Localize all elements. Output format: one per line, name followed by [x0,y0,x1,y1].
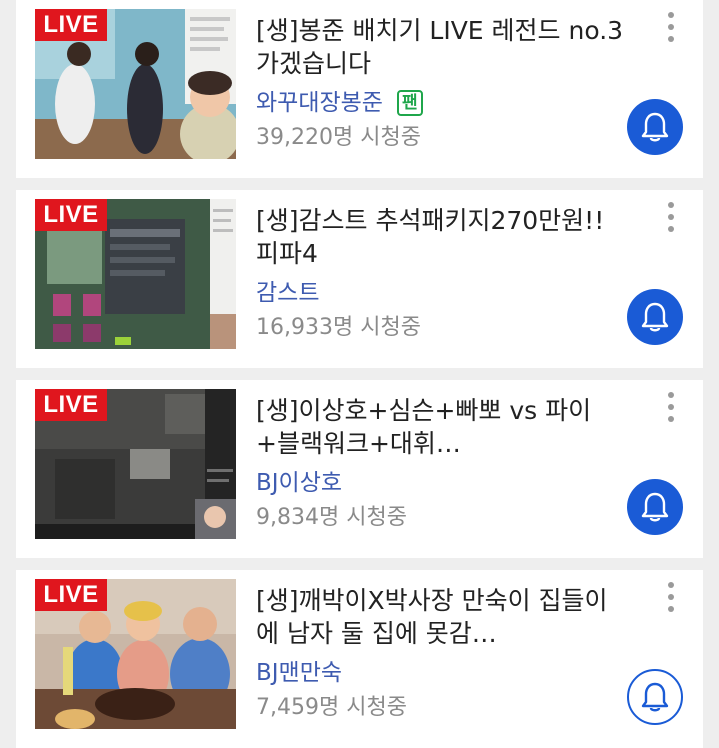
live-badge: LIVE [35,199,107,231]
stream-card[interactable]: LIVE [생]깨박이X박사장 만숙이 집들이에 남자 둘 집에 못감… BJ맨… [16,570,703,748]
notification-bell-button[interactable] [627,479,683,535]
viewer-count: 7,459명 시청중 [256,695,407,720]
live-badge: LIVE [35,389,107,421]
more-options-icon[interactable] [662,12,680,52]
stream-title[interactable]: [생]이상호+심슨+빠뽀 vs 파이+블랙워크+대휘… [256,394,626,460]
more-options-icon[interactable] [662,392,680,432]
stream-thumbnail[interactable]: LIVE [35,579,236,729]
viewer-count: 39,220명 시청중 [256,125,421,150]
live-badge: LIVE [35,9,107,41]
bell-icon [641,112,669,142]
bell-icon [641,682,669,712]
channel-name[interactable]: BJ이상호 [256,468,342,498]
stream-card[interactable]: LIVE [생]이상호+심슨+빠뽀 vs 파이+블랙워크+대휘… BJ이상호 9… [16,380,703,558]
notification-bell-button[interactable] [627,99,683,155]
channel-name[interactable]: 감스트 [256,278,319,308]
notification-bell-button[interactable] [627,289,683,345]
stream-title[interactable]: [생]감스트 추석패키지270만원!! 피파4 [256,204,626,270]
stream-card[interactable]: LIVE [생]봉준 배치기 LIVE 레전드 no.3 가겠습니다 와꾸대장봉… [16,0,703,178]
stream-title[interactable]: [생]깨박이X박사장 만숙이 집들이에 남자 둘 집에 못감… [256,584,626,650]
more-options-icon[interactable] [662,582,680,622]
more-options-icon[interactable] [662,202,680,242]
stream-title[interactable]: [생]봉준 배치기 LIVE 레전드 no.3 가겠습니다 [256,14,626,80]
stream-card[interactable]: LIVE [생]감스트 추석패키지270만원!! 피파4 감스트 16,933명… [16,190,703,368]
channel-name[interactable]: 와꾸대장봉준 팬 [256,88,423,118]
stream-thumbnail[interactable]: LIVE [35,199,236,349]
bell-icon [641,492,669,522]
fan-badge: 팬 [396,90,423,116]
stream-thumbnail[interactable]: LIVE [35,389,236,539]
channel-name[interactable]: BJ맨만숙 [256,658,342,688]
viewer-count: 16,933명 시청중 [256,315,421,340]
live-badge: LIVE [35,579,107,611]
viewer-count: 9,834명 시청중 [256,505,407,530]
notification-bell-button[interactable] [627,669,683,725]
stream-thumbnail[interactable]: LIVE [35,9,236,159]
bell-icon [641,302,669,332]
